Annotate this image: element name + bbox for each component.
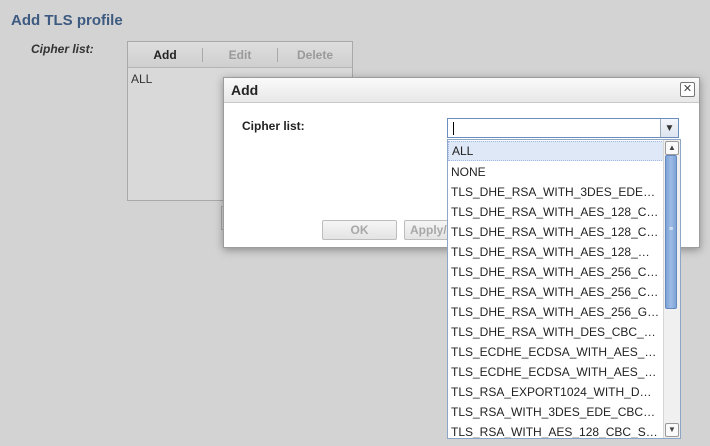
- dropdown-options: ALL NONE TLS_DHE_RSA_WITH_3DES_EDE… TLS_…: [448, 140, 664, 438]
- dropdown-option[interactable]: ALL: [448, 141, 664, 161]
- dropdown-option[interactable]: NONE: [448, 162, 664, 182]
- chevron-down-icon[interactable]: ▼: [665, 423, 679, 437]
- dropdown-option[interactable]: TLS_DHE_RSA_WITH_AES_128_…: [448, 242, 664, 262]
- cipher-list-field-label: Cipher list:: [242, 119, 305, 133]
- dropdown-option[interactable]: TLS_DHE_RSA_WITH_AES_256_G…: [448, 302, 664, 322]
- ok-button[interactable]: OK: [322, 220, 397, 240]
- dropdown-option[interactable]: TLS_DHE_RSA_WITH_AES_128_C…: [448, 202, 664, 222]
- dropdown-option[interactable]: TLS_ECDHE_ECDSA_WITH_AES_…: [448, 342, 664, 362]
- cipher-list-dropdown: ALL NONE TLS_DHE_RSA_WITH_3DES_EDE… TLS_…: [447, 139, 681, 439]
- cipher-list-combobox[interactable]: ▼: [447, 118, 679, 138]
- dropdown-option[interactable]: TLS_DHE_RSA_WITH_3DES_EDE…: [448, 182, 664, 202]
- dropdown-scrollbar[interactable]: ▲ ≡ ▼: [663, 140, 680, 438]
- close-icon[interactable]: ✕: [680, 82, 695, 97]
- dropdown-option[interactable]: TLS_DHE_RSA_WITH_AES_128_C…: [448, 222, 664, 242]
- cipher-list-label: Cipher list:: [31, 42, 94, 56]
- chevron-down-icon[interactable]: ▼: [660, 119, 678, 137]
- dropdown-option[interactable]: TLS_RSA_WITH_3DES_EDE_CBC…: [448, 402, 664, 422]
- grip-icon: ≡: [669, 226, 674, 233]
- dropdown-option[interactable]: TLS_DHE_RSA_WITH_AES_256_C…: [448, 262, 664, 282]
- chevron-up-icon[interactable]: ▲: [665, 141, 679, 155]
- delete-button[interactable]: Delete: [278, 48, 352, 62]
- cipher-list-input[interactable]: [448, 119, 667, 137]
- dropdown-option[interactable]: TLS_RSA_WITH_AES_128_CBC_S…: [448, 422, 664, 438]
- scrollbar-thumb[interactable]: ≡: [665, 155, 677, 309]
- dropdown-option[interactable]: TLS_RSA_EXPORT1024_WITH_D…: [448, 382, 664, 402]
- add-button[interactable]: Add: [128, 48, 202, 62]
- dropdown-option[interactable]: TLS_DHE_RSA_WITH_AES_256_C…: [448, 282, 664, 302]
- cipher-list-toolbar: Add Edit Delete: [128, 42, 352, 68]
- page-title: Add TLS profile: [11, 12, 123, 29]
- edit-button[interactable]: Edit: [203, 48, 277, 62]
- dropdown-option[interactable]: TLS_DHE_RSA_WITH_DES_CBC_…: [448, 322, 664, 342]
- text-caret: [453, 122, 454, 135]
- dialog-header[interactable]: Add ✕: [224, 78, 699, 103]
- dropdown-option[interactable]: TLS_ECDHE_ECDSA_WITH_AES_…: [448, 362, 664, 382]
- dialog-title: Add: [231, 82, 259, 98]
